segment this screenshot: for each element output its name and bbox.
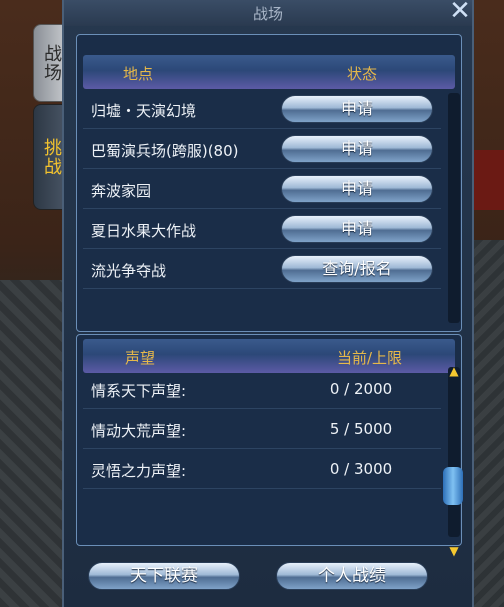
personal-record-button[interactable]: 个人战绩 — [276, 562, 428, 590]
battlefield-row: 流光争夺战 查询/报名 — [83, 251, 441, 289]
battlefield-row: 归墟・天演幻境 申请 — [83, 91, 441, 129]
reputation-name: 情动大荒声望: — [91, 422, 187, 440]
battlefield-name: 奔波家园 — [91, 182, 152, 200]
reputation-value: 0 / 2000 — [329, 380, 393, 398]
window-title: 战场 — [252, 5, 283, 23]
header-status: 状态 — [347, 65, 378, 83]
battlefield-row: 夏日水果大作战 申请 — [83, 211, 441, 249]
scroll-thumb[interactable] — [443, 467, 463, 505]
battlefield-name: 流光争夺战 — [91, 262, 167, 280]
battlefield-header: 地点 状态 — [83, 55, 455, 89]
reputation-name: 情系天下声望: — [91, 382, 187, 400]
reputation-scrollbar[interactable] — [448, 367, 460, 537]
header-location: 地点 — [123, 65, 154, 83]
title-bar[interactable]: 战场 ✕ — [64, 0, 472, 26]
reputation-row: 情动大荒声望: 5 / 5000 — [83, 411, 441, 449]
battlefield-name: 归墟・天演幻境 — [91, 102, 197, 120]
scroll-down-icon[interactable]: ▼ — [446, 545, 462, 557]
reputation-value: 5 / 5000 — [329, 420, 393, 438]
reputation-value: 0 / 3000 — [329, 460, 393, 478]
reputation-row: 灵悟之力声望: 0 / 3000 — [83, 451, 441, 489]
apply-button[interactable]: 申请 — [281, 95, 433, 123]
apply-button[interactable]: 申请 — [281, 175, 433, 203]
background-floor — [0, 280, 70, 607]
header-reputation: 声望 — [125, 349, 156, 367]
close-icon[interactable]: ✕ — [446, 0, 474, 24]
reputation-header: 声望 当前/上限 — [83, 339, 455, 373]
battlefield-panel: 地点 状态 归墟・天演幻境 申请 巴蜀演兵场(跨服)(80) 申请 奔波家园 申… — [76, 34, 462, 332]
reputation-name: 灵悟之力声望: — [91, 462, 187, 480]
query-signup-button[interactable]: 查询/报名 — [281, 255, 433, 283]
battlefield-scrollbar[interactable] — [448, 93, 460, 323]
battlefield-name: 夏日水果大作战 — [91, 222, 197, 240]
battlefield-window: 战场 ✕ 地点 状态 归墟・天演幻境 申请 巴蜀演兵场(跨服)(80) 申请 奔… — [62, 0, 474, 607]
scroll-up-icon[interactable]: ▲ — [446, 365, 462, 377]
apply-button[interactable]: 申请 — [281, 215, 433, 243]
apply-button[interactable]: 申请 — [281, 135, 433, 163]
header-current-limit: 当前/上限 — [337, 349, 403, 367]
reputation-row: 情系天下声望: 0 / 2000 — [83, 371, 441, 409]
battlefield-row: 奔波家园 申请 — [83, 171, 441, 209]
battlefield-row: 巴蜀演兵场(跨服)(80) 申请 — [83, 131, 441, 169]
reputation-panel: 声望 当前/上限 情系天下声望: 0 / 2000 情动大荒声望: 5 / 50… — [76, 334, 463, 557]
battlefield-name: 巴蜀演兵场(跨服)(80) — [91, 142, 239, 160]
tianxia-league-button[interactable]: 天下联赛 — [88, 562, 240, 590]
